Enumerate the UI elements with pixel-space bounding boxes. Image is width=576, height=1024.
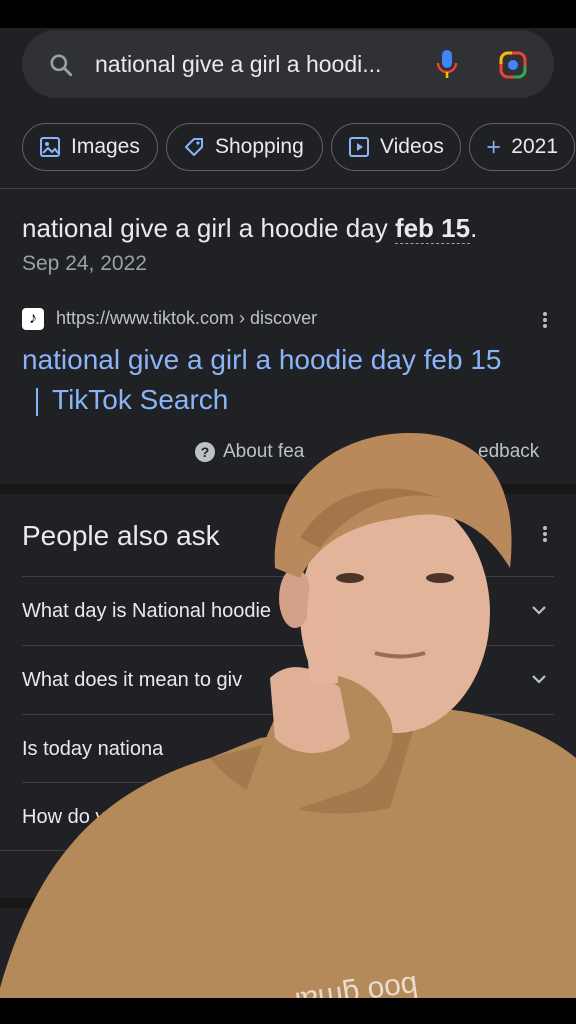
chip-images[interactable]: Images [22, 123, 158, 171]
snippet-date: Sep 24, 2022 [22, 252, 147, 275]
navigation-bar [0, 998, 576, 1024]
snippet-end: . [470, 213, 478, 243]
featured-snippet-text: national give a girl a hoodie day feb 15… [22, 213, 477, 244]
divider [0, 188, 576, 189]
chip-label: Shopping [215, 135, 304, 158]
chip-label: Images [71, 135, 140, 158]
mic-icon[interactable] [435, 48, 459, 80]
chip-shopping[interactable]: Shopping [166, 123, 323, 171]
result-title-line1: national give a girl a hoodie day feb 15 [22, 344, 502, 375]
snippet-text: national give a girl a hoodie day [22, 213, 395, 243]
plus-icon [487, 140, 500, 154]
snippet-highlight: feb 15 [394, 213, 471, 244]
tiktok-icon: ♪ [22, 308, 44, 330]
search-input[interactable]: national give a girl a hoodi... [95, 51, 381, 78]
tag-icon [185, 138, 203, 156]
chip-label: 2021 [511, 135, 558, 158]
search-bar[interactable]: national give a girl a hoodi... [22, 30, 554, 98]
result-url[interactable]: https://www.tiktok.com › discover [56, 308, 317, 329]
chip-label: Videos [380, 135, 444, 158]
result-title-link[interactable]: national give a girl a hoodie day feb 15… [22, 340, 562, 420]
chip-2021[interactable]: 2021 [469, 123, 575, 171]
google-search-screen: national give a girl a hoodi... Images S… [0, 28, 576, 998]
search-icon[interactable] [48, 52, 74, 78]
title-separator [36, 387, 38, 416]
play-icon [349, 137, 369, 157]
google-lens-icon[interactable] [498, 50, 528, 80]
image-icon [40, 137, 60, 157]
creator-overlay-image: ɹɐɯƃ ooq [0, 433, 576, 998]
status-bar [0, 0, 576, 28]
chip-videos[interactable]: Videos [331, 123, 461, 171]
result-title-line2: TikTok Search [52, 384, 229, 415]
more-vert-icon[interactable] [542, 310, 548, 332]
